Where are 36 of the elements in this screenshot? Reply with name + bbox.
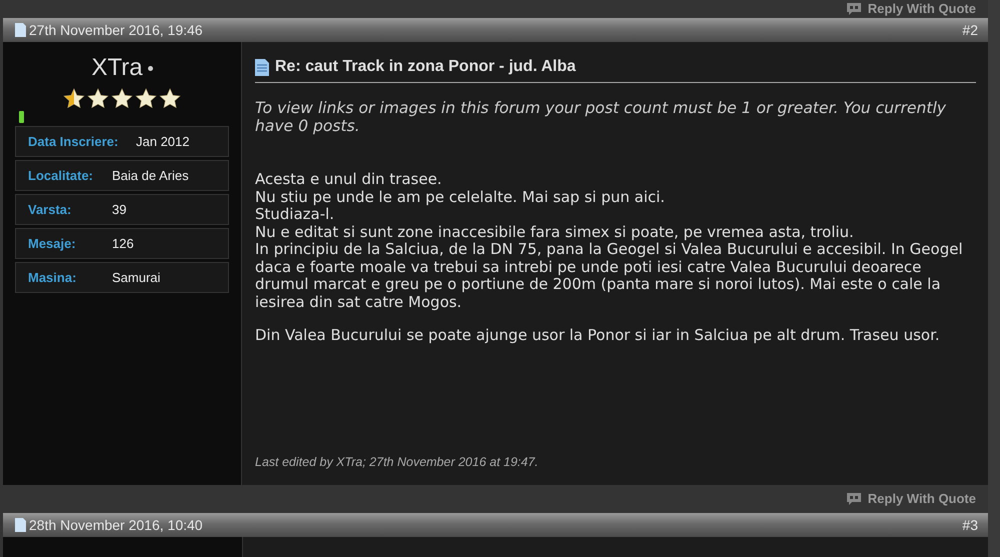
last-edited-note: Last edited by XTra; 27th November 2016 at 19:47. <box>255 455 540 470</box>
document-icon <box>255 58 269 76</box>
star-icon <box>87 88 109 110</box>
field-value: Baia de Aries <box>112 168 189 184</box>
field-label: Data Inscriere: <box>28 134 120 150</box>
quote-bubble-icon <box>846 492 862 506</box>
reply-with-quote-button[interactable]: Reply With Quote <box>846 2 976 16</box>
field-label: Localitate: <box>28 168 94 184</box>
post-date: 28th November 2016, 10:40 <box>29 517 203 534</box>
username[interactable]: XTra <box>91 54 143 82</box>
document-icon <box>15 518 26 532</box>
star-icon <box>159 88 181 110</box>
post-text: In principiu de la Salciua, de la DN 75, pana la Geogel si Valea Bucurului e accesibil. In Geogel daca e foarte moale va trebui sa intrebi pe unde poti iesi catre Valea Bucurului deoarece drumul marcat e greu pe o portiune de 200m (panta mare si noroi lutos). Mai este o cale la iesirea din sat catre Mogos. <box>255 241 964 312</box>
post-text: Nu stiu pe unde le am pe celelalte. Mai sap si pun aici. <box>255 188 666 206</box>
document-icon <box>15 23 26 38</box>
field-value: Samurai <box>112 270 160 286</box>
post-number[interactable]: #2 <box>962 22 978 38</box>
notice-text: To view links or images in this forum your post count must be 1 or greater. You currently have 0 posts. <box>255 99 948 136</box>
star-icon <box>135 88 157 110</box>
field-label: Varsta: <box>28 202 72 218</box>
field-value: 39 <box>112 202 126 218</box>
post-date: 27th November 2016, 19:46 <box>29 22 203 38</box>
post-text: Nu e editat si sunt zone inaccesibile fara simex si poate, pe vremea asta, troliu. <box>255 224 855 242</box>
post-number[interactable]: #3 <box>962 517 978 534</box>
star-icon <box>63 88 85 110</box>
field-value: 126 <box>112 236 134 252</box>
star-icon <box>111 88 133 110</box>
field-label: Masina: <box>28 270 78 286</box>
field-value: Jan 2012 <box>136 134 190 150</box>
post-title: Re: caut Track in zona Ponor - jud. Alba <box>275 58 576 76</box>
field-label: Mesaje: <box>28 236 77 252</box>
status-dot-icon <box>148 66 153 71</box>
post-text: Studiaza-l. <box>255 206 336 224</box>
reply-with-quote-button[interactable]: Reply With Quote <box>846 491 976 506</box>
post-text: Din Valea Bucurului se poate ajunge usor la Ponor si iar in Salciua pe alt drum. Traseu usor. <box>255 327 941 345</box>
post-text: Acesta e unul din trasee. <box>255 171 443 189</box>
